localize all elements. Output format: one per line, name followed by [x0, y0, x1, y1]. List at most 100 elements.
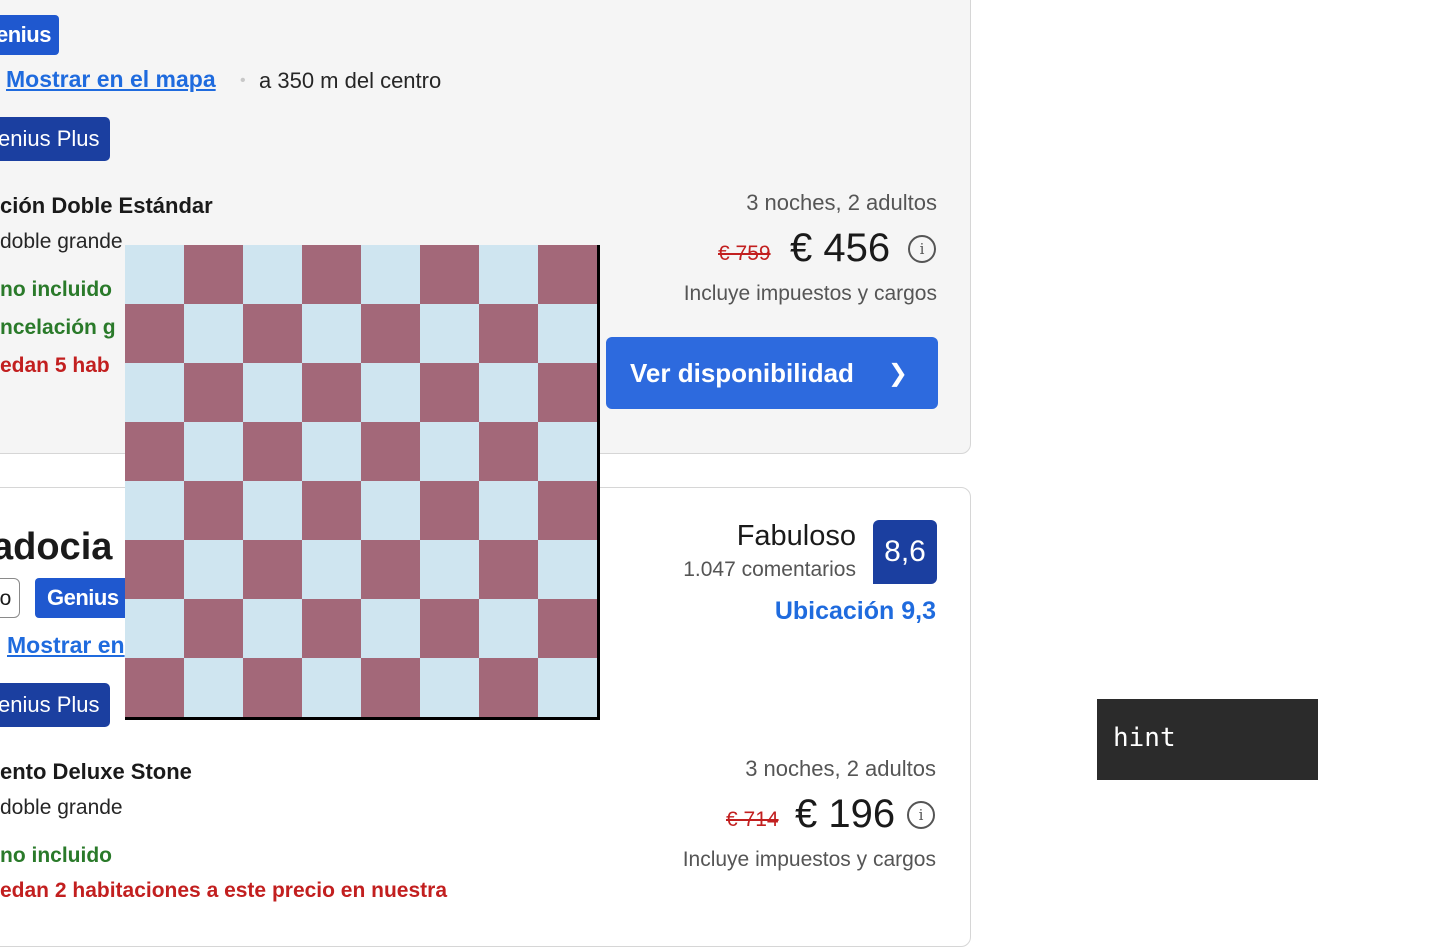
checker-square [420, 599, 480, 659]
checker-square [125, 540, 185, 600]
checker-square [243, 422, 303, 482]
checker-square [361, 658, 421, 717]
checker-square [538, 422, 597, 482]
checker-square [243, 481, 303, 541]
checker-square [361, 422, 421, 482]
checker-square [538, 658, 597, 717]
info-icon[interactable]: i [908, 235, 936, 263]
checker-square [125, 658, 185, 717]
bed-type: doble grande [0, 796, 123, 819]
checker-square [302, 245, 362, 305]
checker-square [538, 540, 597, 600]
rating-word: Fabuloso [736, 520, 856, 552]
checker-square [125, 304, 185, 364]
checker-square [302, 304, 362, 364]
checker-square [361, 245, 421, 305]
checker-square [184, 599, 244, 659]
genius-plus-badge: enius Plus [0, 683, 110, 727]
checker-square [125, 599, 185, 659]
hint-tooltip: hint [1097, 699, 1318, 780]
checker-square [302, 481, 362, 541]
original-price: € 759 [718, 242, 771, 265]
review-count[interactable]: 1.047 comentarios [683, 558, 856, 582]
rooms-left-warning: edan 2 habitaciones a este precio en nue… [0, 879, 447, 902]
checker-square [479, 245, 539, 305]
show-on-map-link[interactable]: Mostrar en [7, 632, 125, 659]
checker-square [302, 599, 362, 659]
checker-square [479, 422, 539, 482]
checker-square [479, 304, 539, 364]
checker-square [420, 422, 480, 482]
checker-square [479, 540, 539, 600]
checker-square [243, 540, 303, 600]
checker-square [538, 245, 597, 305]
taxes-note: Incluye impuestos y cargos [683, 282, 937, 305]
info-icon[interactable]: i [907, 801, 935, 829]
checker-square [361, 540, 421, 600]
checker-square [538, 599, 597, 659]
checker-square [184, 481, 244, 541]
free-cancellation-note: ncelación g [0, 316, 116, 339]
breakfast-note: no incluido [0, 844, 112, 867]
checker-square [538, 304, 597, 364]
checker-square [184, 422, 244, 482]
checkerboard-pattern [125, 245, 597, 717]
bed-type: doble grande [0, 230, 123, 253]
separator-dot: • [240, 72, 246, 89]
checker-square [302, 363, 362, 423]
checker-square [184, 658, 244, 717]
checker-square [361, 599, 421, 659]
chevron-right-icon: ❯ [887, 359, 908, 387]
hint-text: hint [1113, 723, 1176, 753]
checker-square [361, 304, 421, 364]
checker-square [538, 481, 597, 541]
checker-square [420, 304, 480, 364]
breakfast-note: no incluido [0, 278, 112, 301]
checker-square [420, 540, 480, 600]
genius-plus-badge: enius Plus [0, 117, 110, 161]
checker-square [302, 540, 362, 600]
checker-square [243, 245, 303, 305]
room-title[interactable]: ento Deluxe Stone [0, 759, 192, 785]
see-availability-label: Ver disponibilidad [630, 357, 854, 388]
checker-square [420, 481, 480, 541]
location-score: Ubicación 9,3 [774, 597, 936, 625]
review-score-badge[interactable]: 8,6 [873, 520, 937, 584]
checkerboard-overlay[interactable] [125, 245, 600, 720]
property-type-badge: lo [0, 578, 21, 618]
checker-square [184, 245, 244, 305]
stay-length: 3 noches, 2 adultos [745, 756, 936, 781]
checker-square [479, 363, 539, 423]
see-availability-button[interactable]: Ver disponibilidad ❯ [606, 337, 938, 409]
current-price: € 456 [790, 226, 891, 270]
rooms-left-warning: edan 5 hab [0, 354, 110, 377]
checker-square [243, 599, 303, 659]
checker-square [302, 422, 362, 482]
checker-square [184, 540, 244, 600]
taxes-note: Incluye impuestos y cargos [682, 848, 936, 871]
checker-square [243, 304, 303, 364]
checker-square [243, 658, 303, 717]
checker-square [479, 481, 539, 541]
hotel-name[interactable]: adocia [0, 526, 112, 569]
checker-square [361, 363, 421, 423]
genius-badge: enius [0, 15, 59, 55]
original-price: € 714 [726, 808, 779, 831]
checker-square [243, 363, 303, 423]
checker-square [125, 363, 185, 423]
checker-square [538, 363, 597, 423]
checker-square [420, 245, 480, 305]
checker-square [420, 658, 480, 717]
stay-length: 3 noches, 2 adultos [746, 190, 937, 215]
checker-square [479, 599, 539, 659]
checker-square [184, 363, 244, 423]
checker-square [125, 245, 185, 305]
room-title[interactable]: ción Doble Estándar [0, 193, 213, 219]
distance-text: a 350 m del centro [259, 68, 442, 93]
genius-badge: Genius [35, 578, 131, 618]
checker-square [125, 481, 185, 541]
checker-square [361, 481, 421, 541]
checker-square [184, 304, 244, 364]
checker-square [479, 658, 539, 717]
show-on-map-link[interactable]: Mostrar en el mapa [6, 66, 216, 93]
